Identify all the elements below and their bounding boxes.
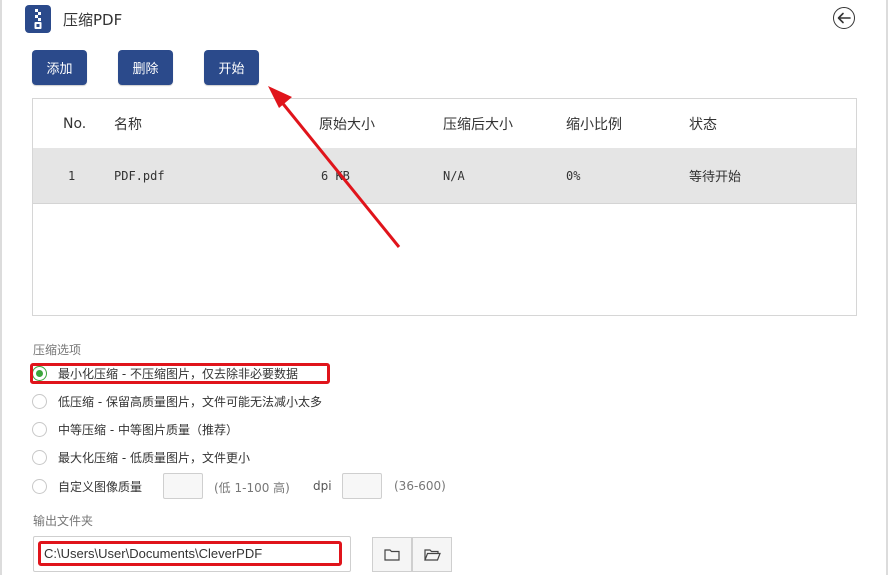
col-no: No. [63, 115, 87, 132]
col-ratio: 缩小比例 [566, 116, 622, 133]
app-zip-icon [25, 5, 51, 33]
option-medium-label: 中等压缩 - 中等图片质量（推荐） [58, 422, 238, 437]
row-name: PDF.pdf [114, 168, 165, 183]
option-maximum[interactable]: 最大化压缩 - 低质量图片，文件更小 [32, 447, 250, 467]
radio-low[interactable] [32, 393, 47, 409]
row-ratio: 0% [566, 168, 581, 183]
window-left-edge [0, 0, 2, 575]
table-row[interactable]: 1 PDF.pdf 6 KB N/A 0% 等待开始 [33, 148, 856, 204]
arrow-left-icon [837, 12, 851, 24]
app-title: 压缩PDF [63, 11, 123, 29]
start-button[interactable]: 开始 [204, 50, 259, 85]
folder-open-icon [423, 549, 441, 561]
option-custom-label: 自定义图像质量 [58, 479, 143, 494]
radio-custom[interactable] [32, 478, 47, 494]
quality-range-hint: (低 1-100 高) [214, 481, 290, 495]
col-original-size: 原始大小 [319, 116, 375, 133]
row-compressed-size: N/A [443, 168, 465, 183]
row-no: 1 [68, 168, 76, 183]
open-folder-button[interactable] [412, 537, 452, 572]
col-name: 名称 [114, 116, 142, 133]
annotation-highlight-path [38, 541, 342, 566]
back-button[interactable] [833, 7, 855, 29]
option-low-label: 低压缩 - 保留高质量图片，文件可能无法减小太多 [58, 394, 322, 409]
file-table: No. 名称 原始大小 压缩后大小 缩小比例 状态 1 PDF.pdf 6 KB… [32, 98, 857, 316]
radio-maximum[interactable] [32, 449, 47, 465]
radio-medium[interactable] [32, 421, 47, 437]
row-status: 等待开始 [689, 170, 742, 185]
dpi-input[interactable] [342, 473, 382, 499]
output-folder-label: 输出文件夹 [33, 514, 94, 528]
option-custom[interactable]: 自定义图像质量 [32, 476, 142, 496]
folder-icon [384, 549, 400, 561]
delete-button[interactable]: 删除 [118, 50, 173, 85]
option-maximum-label: 最大化压缩 - 低质量图片，文件更小 [58, 450, 250, 465]
option-medium[interactable]: 中等压缩 - 中等图片质量（推荐） [32, 419, 238, 439]
browse-folder-button[interactable] [372, 537, 412, 572]
dpi-range-hint: (36-600) [394, 479, 446, 493]
col-compressed-size: 压缩后大小 [443, 116, 513, 133]
quality-input[interactable] [163, 473, 203, 499]
annotation-highlight-option [30, 363, 330, 384]
add-button[interactable]: 添加 [32, 50, 87, 85]
compression-options-label: 压缩选项 [33, 343, 82, 357]
col-status: 状态 [689, 116, 717, 133]
row-original-size: 6 KB [321, 168, 350, 183]
option-low[interactable]: 低压缩 - 保留高质量图片，文件可能无法减小太多 [32, 391, 322, 411]
table-header: No. 名称 原始大小 压缩后大小 缩小比例 状态 [33, 99, 856, 149]
dpi-label: dpi [313, 479, 332, 493]
